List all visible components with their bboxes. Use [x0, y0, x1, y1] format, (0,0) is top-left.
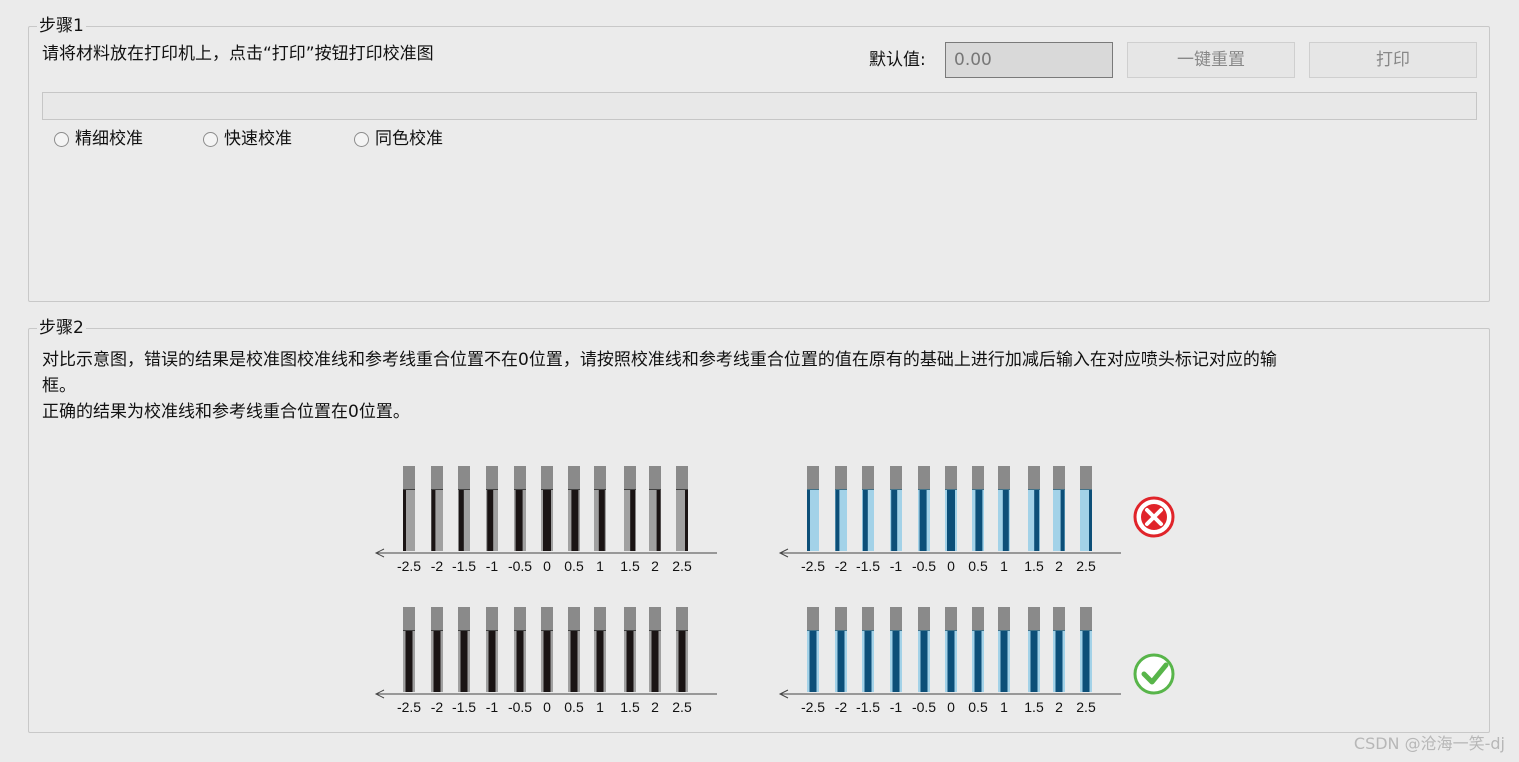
calibration-bar	[1030, 631, 1038, 692]
calibration-bar	[678, 631, 686, 692]
tick-label: 2	[1055, 558, 1063, 574]
calibration-bar	[651, 631, 659, 692]
tick-label: -2	[835, 699, 848, 715]
calibration-bar	[1060, 490, 1065, 551]
tick-label: 2.5	[1076, 699, 1096, 715]
calibration-bar	[837, 631, 845, 692]
tick-label: -2	[431, 558, 444, 574]
tick-label: 0.5	[564, 699, 584, 715]
calibration-bar	[1082, 631, 1090, 692]
calibration-bar	[864, 631, 872, 692]
calibration-bar	[488, 631, 496, 692]
tick-label: 1.5	[620, 699, 640, 715]
calibration-bar	[947, 490, 955, 551]
calibration-bar	[598, 490, 605, 551]
calibration-bar	[1002, 490, 1009, 551]
calibration-bar	[596, 631, 604, 692]
calibration-bar	[809, 631, 817, 692]
calibration-bar	[947, 631, 955, 692]
tick-label: 0.5	[968, 558, 988, 574]
tick-label: 1.5	[1024, 558, 1044, 574]
tick-label: 0	[543, 699, 551, 715]
tick-label: 0	[947, 558, 955, 574]
tick-label: 0.5	[564, 558, 584, 574]
calibration-bar	[975, 490, 983, 551]
calibration-bar	[571, 490, 579, 551]
tick-label: 1	[1000, 558, 1008, 574]
tick-label: -0.5	[912, 558, 936, 574]
check-icon	[1133, 653, 1175, 695]
tick-label: 0	[947, 699, 955, 715]
tick-label: -2.5	[397, 558, 421, 574]
tick-label: -1	[890, 699, 903, 715]
calibration-bar	[1000, 631, 1008, 692]
calibration-bar	[891, 490, 898, 551]
calibration-bar	[516, 631, 524, 692]
tick-label: -1	[486, 699, 499, 715]
calibration-bar	[626, 631, 634, 692]
tick-label: -1	[486, 558, 499, 574]
tick-label: 1.5	[620, 558, 640, 574]
tick-label: -1.5	[856, 558, 880, 574]
tick-label: 2.5	[672, 699, 692, 715]
tick-label: 1	[596, 558, 604, 574]
calibration-bar	[685, 490, 688, 551]
tick-label: 1.5	[1024, 699, 1044, 715]
tick-label: -1.5	[856, 699, 880, 715]
calibration-bar	[405, 631, 413, 692]
calibration-bar	[543, 631, 551, 692]
tick-label: -0.5	[508, 558, 532, 574]
tick-label: -1.5	[452, 558, 476, 574]
calibration-bar	[487, 490, 494, 551]
tick-label: -2	[835, 558, 848, 574]
calibration-bar	[862, 490, 868, 551]
calibration-bar	[543, 490, 551, 551]
tick-label: -0.5	[912, 699, 936, 715]
tick-label: -2	[431, 699, 444, 715]
calibration-bar	[920, 631, 928, 692]
calibration-bar	[835, 490, 840, 551]
tick-label: 1	[596, 699, 604, 715]
calibration-bar	[807, 490, 810, 551]
calibration-bar	[974, 631, 982, 692]
tick-label: 2.5	[1076, 558, 1096, 574]
tick-label: -2.5	[801, 558, 825, 574]
calibration-bar	[515, 490, 523, 551]
tick-label: -2.5	[801, 699, 825, 715]
tick-label: 1	[1000, 699, 1008, 715]
watermark: CSDN @沧海一笑-dj	[1353, 734, 1505, 753]
tick-label: 2.5	[672, 558, 692, 574]
calibration-bar	[892, 631, 900, 692]
tick-label: 2	[1055, 699, 1063, 715]
calibration-diagram: -2.5 -2 -1.5 -1 -0.5 0 0.5 1 1.5 2 2.5 -2.5 -2 -1.5 -1…	[374, 466, 1175, 715]
calibration-bar	[1034, 490, 1040, 551]
calibration-bar	[1055, 631, 1063, 692]
calibration-bar	[1089, 490, 1092, 551]
calibration-bar	[458, 490, 464, 551]
calibration-bar	[433, 631, 441, 692]
calibration-bar	[570, 631, 578, 692]
calibration-bar	[460, 631, 468, 692]
tick-label: -0.5	[508, 699, 532, 715]
calibration-bar	[630, 490, 636, 551]
tick-label: 2	[651, 699, 659, 715]
calibration-bar	[919, 490, 927, 551]
calibration-bar	[656, 490, 661, 551]
tick-label: -2.5	[397, 699, 421, 715]
tick-label: 0	[543, 558, 551, 574]
tick-label: -1.5	[452, 699, 476, 715]
calibration-bar	[431, 490, 436, 551]
tick-label: 0.5	[968, 699, 988, 715]
tick-label: 2	[651, 558, 659, 574]
tick-label: -1	[890, 558, 903, 574]
calibration-bar	[403, 490, 406, 551]
